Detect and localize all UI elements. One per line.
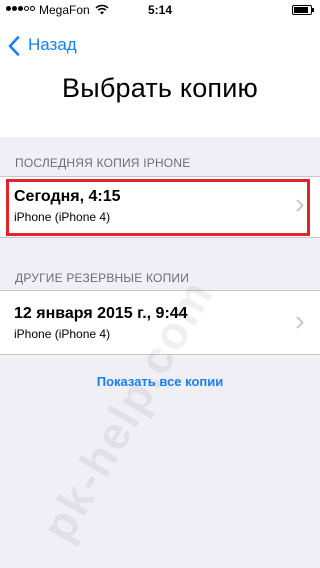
status-bar: MegaFon 5:14 [0, 0, 320, 20]
backup-row-title: Сегодня, 4:15 [14, 188, 121, 205]
backup-row-subtitle: iPhone (iPhone 4) [14, 210, 111, 224]
chevron-right-icon [296, 316, 304, 334]
chevron-left-icon [8, 36, 20, 61]
section-header-last-backup: ПОСЛЕДНЯЯ КОПИЯ IPHONE [15, 156, 191, 170]
page-title: Выбрать копию [62, 73, 258, 103]
back-label: Назад [28, 35, 77, 54]
section-header-other-backups: ДРУГИЕ РЕЗЕРВНЫЕ КОПИИ [15, 271, 190, 285]
backup-row-title: 12 января 2015 г., 9:44 [14, 305, 188, 322]
status-time: 5:14 [147, 3, 173, 17]
divider [0, 237, 320, 238]
backup-row-latest[interactable]: Сегодня, 4:15 iPhone (iPhone 4) [0, 177, 320, 237]
chevron-right-icon [296, 199, 304, 217]
show-all-backups-link[interactable]: Показать все копии [0, 374, 320, 389]
battery-icon [292, 5, 314, 15]
divider [0, 354, 320, 355]
backup-row-subtitle: iPhone (iPhone 4) [14, 327, 111, 341]
backup-row-older[interactable]: 12 января 2015 г., 9:44 iPhone (iPhone 4… [0, 291, 320, 354]
